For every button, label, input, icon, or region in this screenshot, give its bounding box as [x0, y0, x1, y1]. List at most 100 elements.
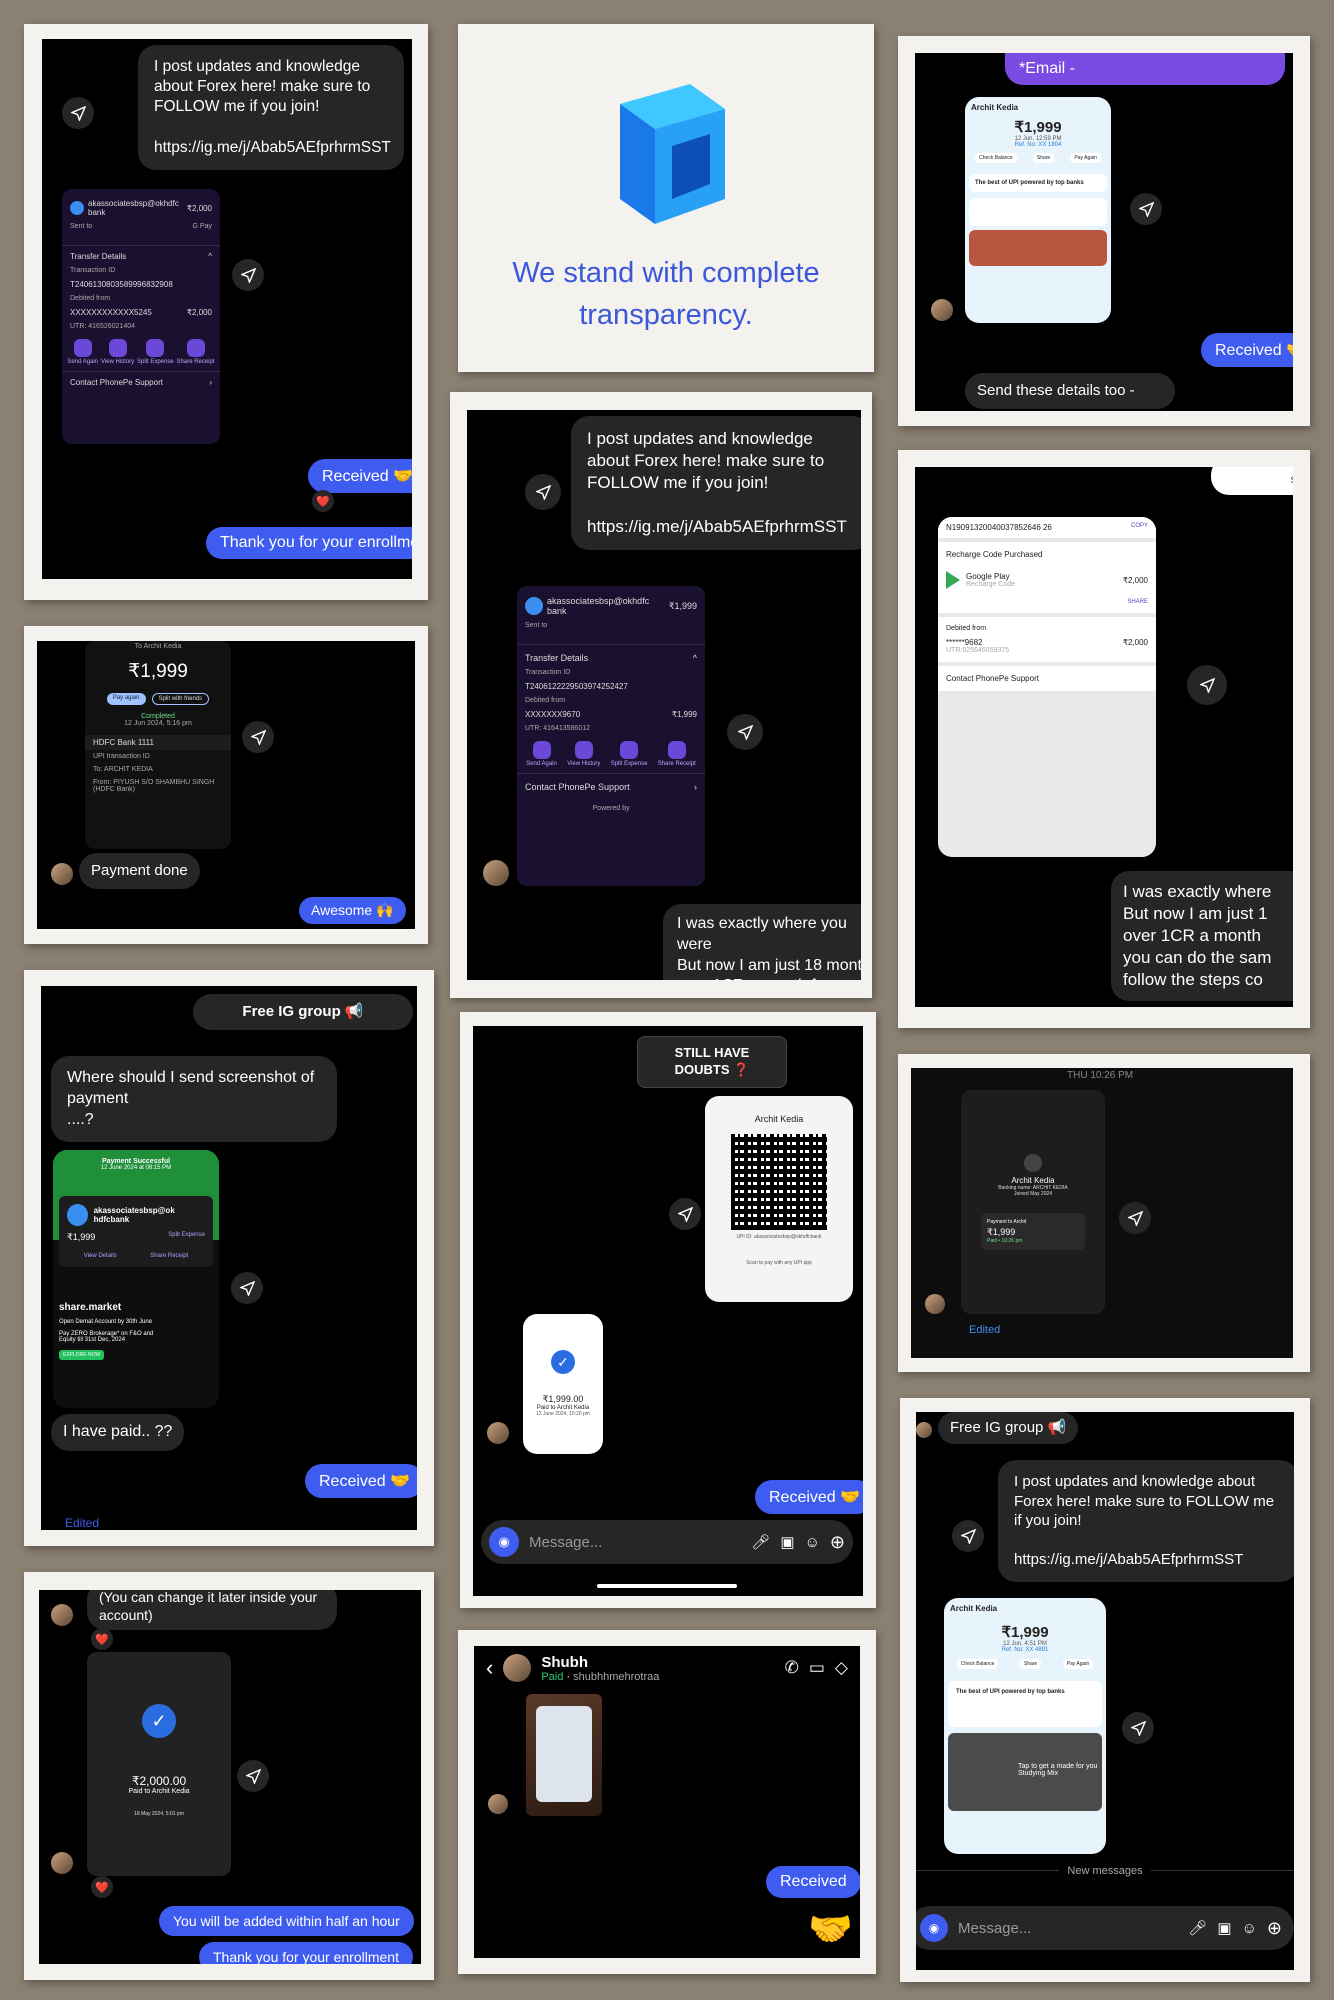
avatar: [483, 860, 509, 886]
contact-support[interactable]: Contact PhonePe Support: [70, 378, 163, 387]
forward-icon[interactable]: [1130, 193, 1162, 225]
paid-message: I have paid.. ??: [51, 1414, 185, 1451]
collage-card-1: I post updates and knowledge about Forex…: [24, 24, 428, 600]
send-again-button[interactable]: Send Again: [526, 741, 557, 767]
sticker-icon[interactable]: ☺: [1242, 1920, 1257, 1937]
forward-icon[interactable]: [952, 1520, 984, 1552]
received-bubble: Received 🤝: [308, 459, 412, 493]
collage-card-10: (You can change it later inside your acc…: [24, 1572, 434, 1980]
chat-screenshot: (You can change it later inside your acc…: [39, 1590, 421, 1964]
forward-icon[interactable]: [232, 259, 264, 291]
forward-icon[interactable]: [1119, 1202, 1151, 1234]
mic-icon[interactable]: 🎤︎: [751, 1533, 770, 1551]
payment-card: Archit Kedia Banking name: ARCHIT KEDIA …: [961, 1090, 1105, 1314]
chevron-up-icon: ^: [692, 653, 697, 663]
pay-again-button[interactable]: Pay Again: [1070, 153, 1101, 163]
view-details-button[interactable]: View Details: [84, 1253, 117, 1259]
free-ig-bubble[interactable]: Free IG group 📢: [193, 994, 413, 1030]
payee: akassociatesbsp@ok hdfcbank: [93, 1206, 175, 1224]
success-title: Payment Successful: [101, 1158, 171, 1165]
chat-header: ‹ Shubh Paid · shubhhmehrotraa ✆ ▭ ◇: [486, 1653, 848, 1683]
checkmark-icon: ✓: [551, 1350, 575, 1374]
amount: ₹1,999: [1014, 119, 1062, 136]
camera-icon[interactable]: ◉: [489, 1527, 519, 1557]
edited-label: Edited: [65, 1516, 100, 1530]
mic-icon[interactable]: 🎤︎: [1188, 1919, 1207, 1937]
share-receipt-button[interactable]: Share Receipt: [150, 1253, 188, 1259]
amount: ₹1,999: [128, 661, 188, 682]
check-balance-button[interactable]: Check Balance: [956, 1659, 999, 1669]
payee: akassociatesbsp@okhdfc bank: [88, 199, 179, 217]
video-icon[interactable]: ▭: [809, 1658, 825, 1678]
view-history-button[interactable]: View History: [101, 339, 134, 365]
receipt-actions: Send Again View History Split Expense Sh…: [517, 735, 705, 773]
collage-card-8: STILL HAVE DOUBTS ❓ Archit Kedia UPI ID:…: [460, 1012, 876, 1608]
split-expense[interactable]: Split Expense: [168, 1232, 205, 1243]
pay-again-button[interactable]: Pay Again: [1062, 1659, 1094, 1669]
contact-support[interactable]: Contact PhonePe Support: [938, 666, 1156, 691]
view-history-button[interactable]: View History: [567, 741, 600, 767]
avatar: [931, 299, 953, 321]
chat-screenshot: Free IG group 📢 I post updates and knowl…: [916, 1412, 1294, 1970]
phone-icon[interactable]: ✆: [785, 1658, 799, 1678]
image-icon[interactable]: ▣: [1217, 1919, 1231, 1937]
chat-screenshot: Free IG group 📢 Where should I send scre…: [41, 986, 417, 1530]
phone-photo[interactable]: [526, 1694, 602, 1816]
share-receipt-button[interactable]: Share Receipt: [177, 339, 215, 365]
back-icon[interactable]: ‹: [486, 1655, 493, 1681]
forward-icon[interactable]: [1187, 665, 1227, 705]
contact-support[interactable]: Contact PhonePe Support: [525, 782, 630, 792]
message-input[interactable]: Message...: [958, 1920, 1178, 1937]
avatar: [51, 1852, 73, 1874]
share-button[interactable]: Share: [1032, 153, 1055, 163]
forward-icon[interactable]: [1122, 1712, 1154, 1744]
transfer-details[interactable]: Transfer Details: [525, 653, 588, 663]
split-expense-button[interactable]: Split Expense: [611, 741, 647, 767]
share-button[interactable]: SHARE: [946, 599, 1148, 605]
send-again-button[interactable]: Send Again: [67, 339, 98, 365]
forward-icon[interactable]: [237, 1760, 269, 1792]
qr-code[interactable]: [731, 1134, 827, 1230]
doubts-bubble[interactable]: STILL HAVE DOUBTS ❓: [637, 1036, 787, 1088]
payment-receipt: To Archit Kedia ₹1,999 Pay again Split w…: [85, 641, 231, 849]
collage-card-logo: We stand with complete transparency.: [458, 24, 874, 372]
payment-receipt: akassociatesbsp@okhdfc bank ₹1,999 Sent t…: [517, 586, 705, 886]
powered-by: Powered by: [592, 805, 630, 812]
chat-screenshot: Scan to N19091320040037852646 26 COPY Rec…: [915, 467, 1293, 1007]
qr-scan: Scan to pay with any UPI app: [746, 1260, 812, 1266]
image-icon[interactable]: ▣: [780, 1533, 794, 1551]
free-ig-bubble[interactable]: Free IG group 📢: [938, 1412, 1079, 1444]
explore-button[interactable]: EXPLORE NOW: [59, 1350, 105, 1360]
split-expense-button[interactable]: Split Expense: [137, 339, 174, 365]
collage-card-3: *Email - Archit Kedia ₹1,999 12 Jun, 12:…: [898, 36, 1310, 426]
contact-name[interactable]: Shubh: [541, 1654, 774, 1671]
sticker-icon[interactable]: ☺: [805, 1534, 820, 1551]
txn-id: T2406130803589996832908: [70, 280, 173, 289]
share-button[interactable]: Share: [1019, 1659, 1042, 1669]
avatar[interactable]: [503, 1654, 532, 1682]
forward-icon[interactable]: [525, 474, 561, 510]
upi-label: UPI transaction ID: [93, 753, 150, 760]
transfer-details[interactable]: Transfer Details: [70, 252, 126, 261]
share-receipt-button[interactable]: Share Receipt: [658, 741, 696, 767]
forward-icon[interactable]: [727, 714, 763, 750]
paid-status: Paid • 10:26 pm: [987, 1238, 1023, 1244]
plus-icon[interactable]: ⊕: [1267, 1918, 1282, 1939]
joined: Joined May 2024: [1013, 1191, 1053, 1197]
exact-message: I was exactly where But now I am just 1 …: [1111, 871, 1293, 1002]
check-balance-button[interactable]: Check Balance: [975, 153, 1017, 163]
split-button[interactable]: Split with friends: [151, 693, 210, 705]
forward-icon[interactable]: [669, 1198, 701, 1230]
collage-card-4: To Archit Kedia ₹1,999 Pay again Split w…: [24, 626, 428, 944]
copy-button[interactable]: COPY: [1131, 523, 1148, 532]
plus-icon[interactable]: ⊕: [830, 1532, 845, 1553]
camera-icon[interactable]: ◉: [920, 1914, 948, 1942]
forward-icon[interactable]: [242, 721, 274, 753]
pay-again-button[interactable]: Pay again: [106, 693, 146, 705]
forward-icon[interactable]: [62, 97, 94, 129]
amount: ₹1,999: [1001, 1624, 1049, 1641]
avatar: [925, 1294, 945, 1314]
forward-icon[interactable]: [231, 1272, 263, 1304]
message-input[interactable]: Message...: [529, 1534, 741, 1551]
tag-icon[interactable]: ◇: [835, 1658, 848, 1678]
